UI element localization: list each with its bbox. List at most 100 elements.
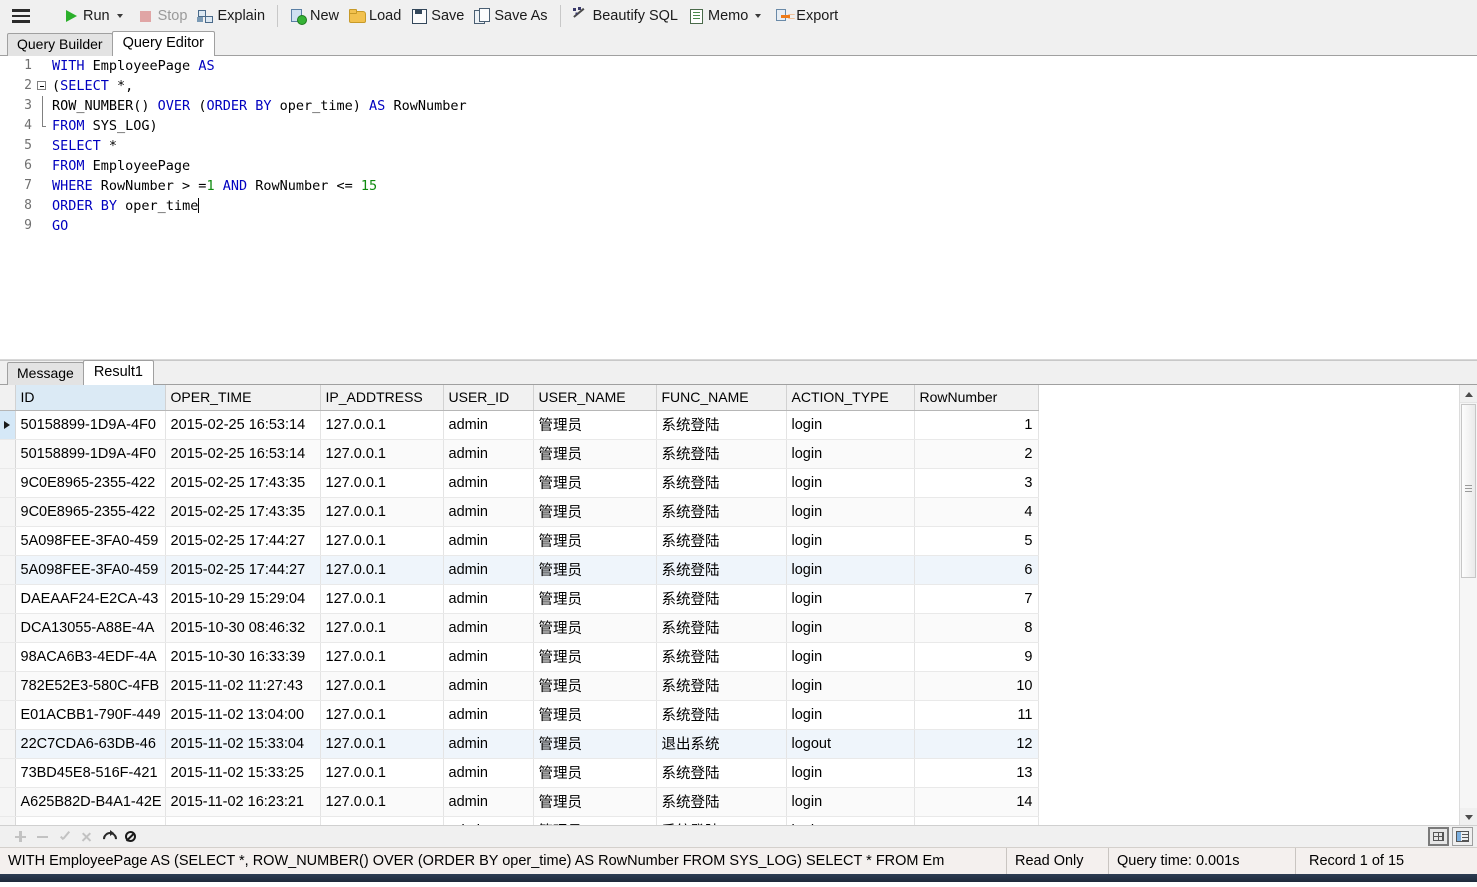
table-cell[interactable]: 127.0.0.1 bbox=[320, 440, 443, 469]
table-cell[interactable]: 127.0.0.1 bbox=[320, 411, 443, 440]
table-cell[interactable]: 管理员 bbox=[533, 788, 656, 817]
table-cell[interactable]: 127.0.0.1 bbox=[320, 643, 443, 672]
scroll-down-button[interactable] bbox=[1460, 808, 1477, 825]
table-row[interactable]: 73BD45E8-516F-4212015-11-02 15:33:25127.… bbox=[0, 759, 1038, 788]
table-cell[interactable]: admin bbox=[443, 788, 533, 817]
table-cell[interactable]: 127.0.0.1 bbox=[320, 817, 443, 826]
table-cell[interactable]: 管理员 bbox=[533, 614, 656, 643]
table-cell[interactable]: 管理员 bbox=[533, 440, 656, 469]
fold-column[interactable] bbox=[36, 76, 50, 96]
table-row[interactable]: 98ACA6B3-4EDF-4A2015-10-30 16:33:39127.0… bbox=[0, 643, 1038, 672]
table-cell[interactable]: 13 bbox=[914, 759, 1038, 788]
row-marker[interactable] bbox=[0, 701, 15, 730]
table-row[interactable]: 9C0E8965-2355-4222015-02-25 17:43:35127.… bbox=[0, 498, 1038, 527]
new-button[interactable]: New bbox=[285, 6, 344, 26]
row-marker[interactable] bbox=[0, 498, 15, 527]
table-cell[interactable]: admin bbox=[443, 556, 533, 585]
table-cell[interactable]: 5 bbox=[914, 527, 1038, 556]
table-row[interactable]: DCA13055-A88E-4A2015-10-30 08:46:32127.0… bbox=[0, 614, 1038, 643]
table-cell[interactable]: 系统登陆 bbox=[656, 469, 786, 498]
table-cell[interactable]: admin bbox=[443, 672, 533, 701]
column-header-user-id[interactable]: USER_ID bbox=[443, 385, 533, 411]
table-cell[interactable]: 管理员 bbox=[533, 527, 656, 556]
table-cell[interactable]: 2 bbox=[914, 440, 1038, 469]
table-cell[interactable]: 127.0.0.1 bbox=[320, 498, 443, 527]
table-cell[interactable]: DAEAAF24-E2CA-43 bbox=[15, 585, 165, 614]
hamburger-menu-icon[interactable] bbox=[4, 9, 36, 23]
table-cell[interactable]: 5B7CEDDC-6179-452 bbox=[15, 817, 165, 826]
tab-query-editor[interactable]: Query Editor bbox=[112, 31, 215, 56]
table-cell[interactable]: 系统登陆 bbox=[656, 788, 786, 817]
table-cell[interactable]: 2015-11-02 13:04:00 bbox=[165, 701, 320, 730]
row-marker[interactable] bbox=[0, 411, 15, 440]
row-marker[interactable] bbox=[0, 440, 15, 469]
column-header-id[interactable]: ID bbox=[15, 385, 165, 411]
table-cell[interactable]: 127.0.0.1 bbox=[320, 469, 443, 498]
table-cell[interactable]: 5A098FEE-3FA0-459 bbox=[15, 527, 165, 556]
table-cell[interactable]: 2015-10-30 08:46:32 bbox=[165, 614, 320, 643]
add-record-button[interactable] bbox=[10, 828, 32, 846]
grid-view-button[interactable] bbox=[1428, 827, 1449, 846]
tab-result1[interactable]: Result1 bbox=[83, 360, 154, 385]
table-cell[interactable]: 管理员 bbox=[533, 730, 656, 759]
table-cell[interactable]: 管理员 bbox=[533, 817, 656, 826]
table-row[interactable]: 50158899-1D9A-4F02015-02-25 16:53:14127.… bbox=[0, 411, 1038, 440]
table-cell[interactable]: 管理员 bbox=[533, 498, 656, 527]
table-cell[interactable]: 9C0E8965-2355-422 bbox=[15, 498, 165, 527]
table-cell[interactable]: 2015-02-25 17:43:35 bbox=[165, 469, 320, 498]
table-cell[interactable]: 127.0.0.1 bbox=[320, 759, 443, 788]
table-cell[interactable]: login bbox=[786, 817, 914, 826]
table-cell[interactable]: 管理员 bbox=[533, 585, 656, 614]
table-cell[interactable]: admin bbox=[443, 469, 533, 498]
table-cell[interactable]: 2015-02-25 17:44:27 bbox=[165, 527, 320, 556]
memo-dropdown-caret-icon[interactable] bbox=[755, 14, 761, 18]
table-cell[interactable]: 15 bbox=[914, 817, 1038, 826]
table-cell[interactable]: 14 bbox=[914, 788, 1038, 817]
table-cell[interactable]: login bbox=[786, 788, 914, 817]
row-marker[interactable] bbox=[0, 788, 15, 817]
table-cell[interactable]: 2015-02-25 16:53:14 bbox=[165, 440, 320, 469]
table-cell[interactable]: 9C0E8965-2355-422 bbox=[15, 469, 165, 498]
table-cell[interactable]: 系统登陆 bbox=[656, 817, 786, 826]
memo-button[interactable]: Memo bbox=[683, 6, 771, 26]
table-cell[interactable]: 管理员 bbox=[533, 469, 656, 498]
row-marker[interactable] bbox=[0, 585, 15, 614]
column-header-func-name[interactable]: FUNC_NAME bbox=[656, 385, 786, 411]
table-row[interactable]: 782E52E3-580C-4FB2015-11-02 11:27:43127.… bbox=[0, 672, 1038, 701]
table-cell[interactable]: admin bbox=[443, 643, 533, 672]
table-cell[interactable]: 7 bbox=[914, 585, 1038, 614]
cancel-edit-button[interactable] bbox=[76, 828, 98, 846]
table-row[interactable]: E01ACBB1-790F-4492015-11-02 13:04:00127.… bbox=[0, 701, 1038, 730]
table-cell[interactable]: 8 bbox=[914, 614, 1038, 643]
table-cell[interactable]: 系统登陆 bbox=[656, 643, 786, 672]
table-cell[interactable]: 11 bbox=[914, 701, 1038, 730]
table-cell[interactable]: 6 bbox=[914, 556, 1038, 585]
table-cell[interactable]: login bbox=[786, 411, 914, 440]
delete-record-button[interactable] bbox=[32, 828, 54, 846]
row-marker[interactable] bbox=[0, 527, 15, 556]
table-cell[interactable]: admin bbox=[443, 701, 533, 730]
sql-editor[interactable]: 1 WITH EmployeePage AS 2 (SELECT *, 3 RO… bbox=[0, 56, 1477, 360]
table-row[interactable]: DAEAAF24-E2CA-432015-10-29 15:29:04127.0… bbox=[0, 585, 1038, 614]
table-cell[interactable]: 12 bbox=[914, 730, 1038, 759]
table-cell[interactable]: login bbox=[786, 643, 914, 672]
table-cell[interactable]: 系统登陆 bbox=[656, 411, 786, 440]
table-cell[interactable]: login bbox=[786, 440, 914, 469]
table-cell[interactable]: 管理员 bbox=[533, 643, 656, 672]
table-row[interactable]: 5B7CEDDC-6179-4522015-11-03 10:10:14127.… bbox=[0, 817, 1038, 826]
table-cell[interactable]: 系统登陆 bbox=[656, 527, 786, 556]
table-row[interactable]: 9C0E8965-2355-4222015-02-25 17:43:35127.… bbox=[0, 469, 1038, 498]
table-cell[interactable]: 73BD45E8-516F-421 bbox=[15, 759, 165, 788]
table-cell[interactable]: 系统登陆 bbox=[656, 701, 786, 730]
table-cell[interactable]: A625B82D-B4A1-42E bbox=[15, 788, 165, 817]
row-marker[interactable] bbox=[0, 672, 15, 701]
refresh-button[interactable] bbox=[98, 828, 120, 846]
table-cell[interactable]: 系统登陆 bbox=[656, 556, 786, 585]
load-button[interactable]: Load bbox=[344, 6, 406, 26]
table-row[interactable]: 50158899-1D9A-4F02015-02-25 16:53:14127.… bbox=[0, 440, 1038, 469]
table-cell[interactable]: 系统登陆 bbox=[656, 498, 786, 527]
table-cell[interactable]: admin bbox=[443, 585, 533, 614]
row-marker[interactable] bbox=[0, 759, 15, 788]
table-cell[interactable]: 127.0.0.1 bbox=[320, 614, 443, 643]
row-marker[interactable] bbox=[0, 643, 15, 672]
